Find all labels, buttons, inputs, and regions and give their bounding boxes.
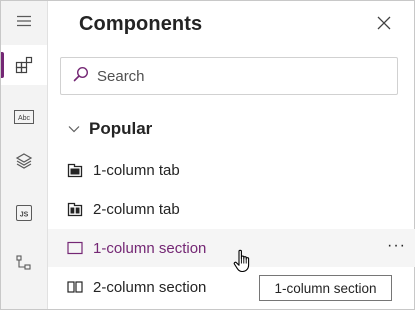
close-button[interactable]: [374, 15, 394, 35]
more-options-button[interactable]: ···: [387, 238, 406, 254]
group-label: Popular: [89, 119, 153, 138]
popular-group-header[interactable]: Popular: [68, 117, 152, 141]
layers-icon: [15, 152, 33, 170]
text-field-icon: Abc: [14, 110, 34, 124]
components-rail-button[interactable]: [1, 45, 47, 85]
component-item-label: 2-column section: [93, 278, 207, 296]
menu-button[interactable]: [1, 1, 47, 41]
component-item-1-column-tab[interactable]: 1-column tab: [48, 151, 415, 189]
component-item-label: 1-column tab: [93, 161, 180, 179]
search-input[interactable]: [97, 67, 377, 85]
search-icon: [61, 66, 89, 87]
left-tool-rail: Abc JS: [1, 1, 48, 309]
menu-icon: [16, 15, 32, 27]
tooltip: 1-column section: [259, 275, 392, 301]
hand-pointer-cursor-icon: [232, 248, 254, 279]
section-2-column-icon: [66, 278, 84, 296]
javascript-icon: JS: [16, 205, 32, 221]
section-1-column-icon: [66, 239, 84, 257]
svg-text:JS: JS: [20, 212, 29, 219]
component-item-label: 1-column section: [93, 239, 207, 257]
tree-view-icon: [15, 254, 33, 272]
javascript-rail-button[interactable]: JS: [1, 193, 47, 233]
chevron-down-icon: [68, 120, 80, 138]
close-icon: [377, 16, 391, 35]
components-panel: Components Popular 1-column tab: [48, 1, 415, 309]
components-icon: [15, 56, 33, 74]
layers-rail-button[interactable]: [1, 141, 47, 181]
component-item-2-column-tab[interactable]: 2-column tab: [48, 190, 415, 228]
search-box[interactable]: [60, 57, 398, 95]
svg-text:Abc: Abc: [18, 115, 31, 122]
tab-2-column-icon: [66, 200, 84, 218]
components-pane-window: Abc JS Components Search Popular 1-colum…: [0, 0, 415, 310]
component-item-label: 2-column tab: [93, 200, 180, 218]
panel-title: Components: [79, 13, 203, 35]
text-field-rail-button[interactable]: Abc: [1, 97, 47, 137]
tree-view-rail-button[interactable]: [1, 243, 47, 283]
tab-1-column-icon: [66, 161, 84, 179]
